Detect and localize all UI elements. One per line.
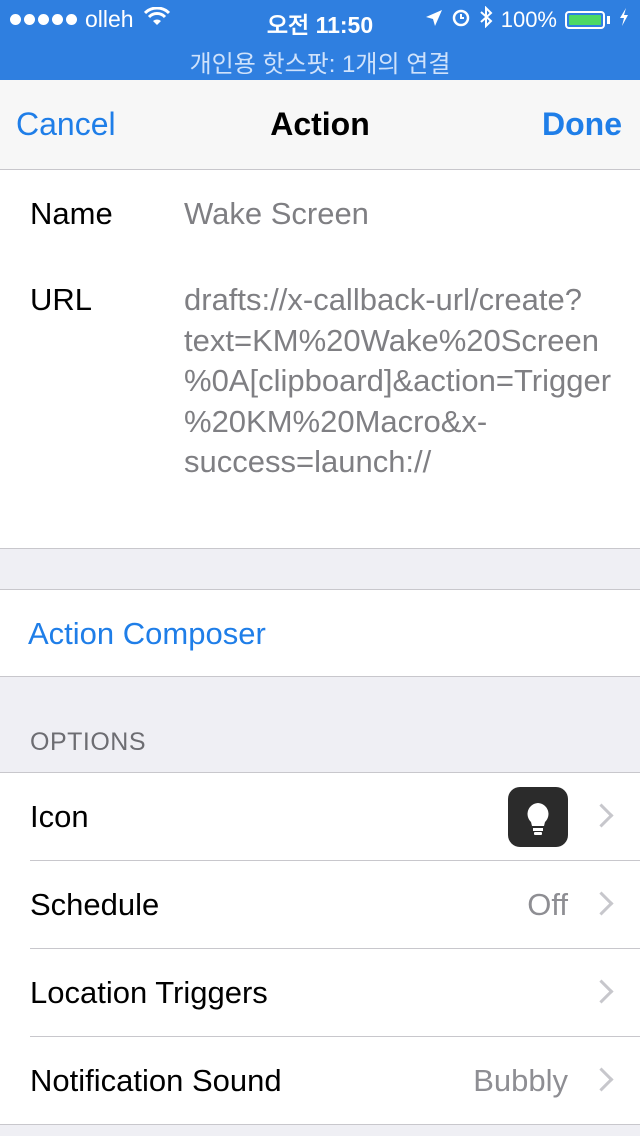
chevron-right-icon: [589, 803, 614, 828]
status-bar: olleh 오전 11:50 100% 개인용 핫스팟: 1개의 연결: [0, 0, 640, 80]
alarm-icon: [451, 7, 471, 33]
schedule-value: Off: [527, 887, 568, 922]
url-field[interactable]: drafts://x-callback-url/create?text=KM%2…: [184, 280, 624, 483]
icon-row-label: Icon: [30, 799, 89, 834]
hotspot-banner[interactable]: 개인용 핫스팟: 1개의 연결: [0, 44, 640, 79]
location-triggers-row[interactable]: Location Triggers: [0, 949, 640, 1037]
location-icon: [425, 7, 443, 33]
location-triggers-row-label: Location Triggers: [30, 975, 268, 1010]
name-label: Name: [30, 196, 113, 231]
action-composer-row[interactable]: Action Composer: [0, 590, 640, 676]
done-button[interactable]: Done: [542, 106, 622, 143]
notification-sound-value: Bubbly: [473, 1063, 568, 1098]
options-group: Icon Schedule Off Location Triggers Noti…: [0, 773, 640, 1124]
battery-icon: [565, 11, 605, 29]
icon-row[interactable]: Icon: [0, 773, 640, 861]
options-section-header: OPTIONS: [30, 728, 147, 756]
schedule-row-label: Schedule: [30, 887, 160, 922]
bluetooth-icon: [479, 5, 493, 34]
navigation-bar: Cancel Action Done: [0, 80, 640, 170]
action-composer-link[interactable]: Action Composer: [28, 616, 266, 652]
chevron-right-icon: [589, 1067, 614, 1092]
url-label: URL: [30, 282, 93, 317]
action-fields-group: Name Wake Screen URL drafts://x-callback…: [0, 170, 640, 548]
chevron-right-icon: [589, 979, 614, 1004]
name-field[interactable]: Wake Screen: [184, 194, 624, 235]
lightbulb-icon: [508, 787, 568, 847]
schedule-row[interactable]: Schedule Off: [0, 861, 640, 949]
chevron-right-icon: [589, 891, 614, 916]
charging-icon: [618, 7, 630, 33]
notification-sound-row[interactable]: Notification Sound Bubbly: [0, 1037, 640, 1125]
notification-sound-row-label: Notification Sound: [30, 1063, 282, 1098]
battery-percent: 100%: [500, 7, 557, 32]
